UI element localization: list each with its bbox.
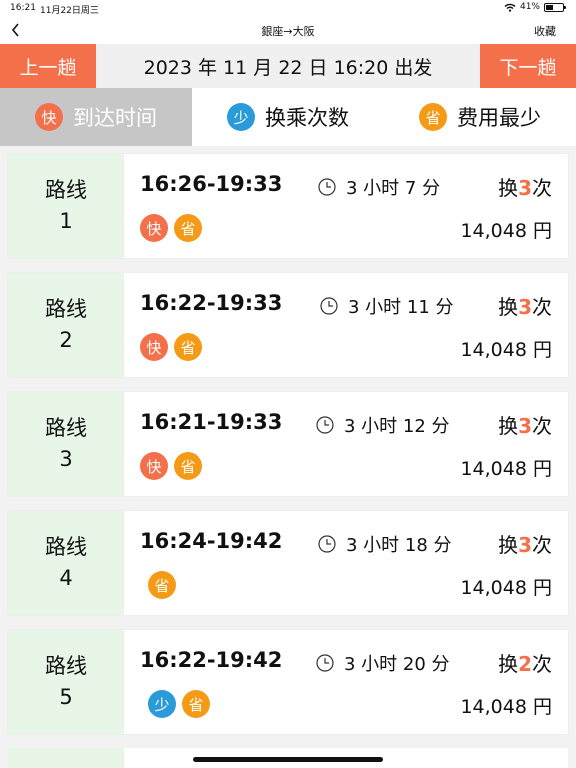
battery-icon — [544, 2, 566, 12]
tab-label: 费用最少 — [457, 106, 541, 130]
route-tags: 快 省 — [140, 333, 202, 361]
tab-transfer-count[interactable]: 少 换乘次数 — [192, 88, 384, 146]
route-price: 14,048 円 — [460, 220, 552, 242]
route-number: 2 — [59, 328, 73, 352]
status-time: 16:21 — [10, 3, 36, 13]
clock-icon — [318, 178, 336, 196]
route-price: 14,048 円 — [460, 458, 552, 480]
route-label: 路线 5 — [8, 630, 124, 734]
route-price: 14,048 円 — [460, 339, 552, 361]
route-number: 3 — [59, 447, 73, 471]
status-right: 41% — [504, 2, 566, 12]
route-times: 16:26-19:33 — [140, 172, 283, 196]
battery-percent: 41% — [519, 2, 540, 12]
duration-text: 3 小时 12 分 — [344, 416, 450, 437]
duration-text: 3 小时 11 分 — [348, 297, 454, 318]
route-transfers: 换2次 — [498, 652, 552, 676]
route-card[interactable]: 路线 1 16:26-19:33 3 小时 7 分 换3次 快 省 14,048… — [8, 154, 568, 258]
route-times: 16:22-19:42 — [140, 648, 283, 672]
nav-bar: 銀座→大阪 收藏 — [0, 16, 576, 44]
route-transfers: 换3次 — [498, 533, 552, 557]
duration-text: 3 小时 18 分 — [346, 535, 452, 556]
cheap-badge: 省 — [174, 333, 202, 361]
tab-label: 到达时间 — [73, 106, 157, 130]
fast-badge: 快 — [35, 103, 63, 131]
route-times: 16:24-19:42 — [140, 529, 283, 553]
route-transfers: 换3次 — [498, 414, 552, 438]
route-label: 路线 4 — [8, 511, 124, 615]
route-label — [8, 748, 124, 768]
route-label: 路线 2 — [8, 273, 124, 377]
clock-icon — [316, 654, 334, 672]
route-number: 5 — [59, 685, 73, 709]
route-tags: 少 省 — [148, 690, 210, 718]
status-date: 11月22日周三 — [40, 6, 99, 16]
route-tags: 快 省 — [140, 452, 202, 480]
route-number: 1 — [59, 209, 73, 233]
route-duration: 3 小时 7 分 — [318, 174, 440, 200]
route-duration: 3 小时 20 分 — [316, 650, 450, 676]
cheap-badge: 省 — [174, 214, 202, 242]
route-list[interactable]: 路线 1 16:26-19:33 3 小时 7 分 换3次 快 省 14,048… — [0, 146, 576, 768]
tab-arrival-time[interactable]: 快 到达时间 — [0, 88, 192, 146]
route-times: 16:22-19:33 — [140, 291, 283, 315]
clock-icon — [320, 297, 338, 315]
route-label-text: 路线 — [45, 535, 87, 559]
less-badge: 少 — [227, 103, 255, 131]
route-label: 路线 1 — [8, 154, 124, 258]
date-bar: 上一趟 2023 年 11 月 22 日 16:20 出发 下一趟 — [0, 44, 576, 88]
route-label-text: 路线 — [45, 416, 87, 440]
route-times: 16:21-19:33 — [140, 410, 283, 434]
tab-lowest-cost[interactable]: 省 费用最少 — [384, 88, 576, 146]
route-label: 路线 3 — [8, 392, 124, 496]
favorite-button[interactable]: 收藏 — [534, 23, 556, 39]
wifi-icon — [504, 3, 516, 12]
fast-badge: 快 — [140, 214, 168, 242]
route-label-text: 路线 — [45, 654, 87, 678]
route-price: 14,048 円 — [460, 696, 552, 718]
page-title: 銀座→大阪 — [261, 25, 315, 38]
route-number: 4 — [59, 566, 73, 590]
next-trip-button[interactable]: 下一趟 — [480, 44, 576, 88]
home-indicator — [193, 757, 383, 762]
route-card[interactable]: 路线 4 16:24-19:42 3 小时 18 分 换3次 省 14,048 … — [8, 511, 568, 615]
route-label-text: 路线 — [45, 297, 87, 321]
cheap-badge: 省 — [419, 103, 447, 131]
route-transfers: 换3次 — [498, 295, 552, 319]
route-card[interactable]: 路线 3 16:21-19:33 3 小时 12 分 换3次 快 省 14,04… — [8, 392, 568, 496]
route-price: 14,048 円 — [460, 577, 552, 599]
duration-text: 3 小时 7 分 — [346, 178, 441, 199]
cheap-badge: 省 — [174, 452, 202, 480]
route-duration: 3 小时 18 分 — [318, 531, 452, 557]
route-label-text: 路线 — [45, 178, 87, 202]
route-card[interactable]: 路线 2 16:22-19:33 3 小时 11 分 换3次 快 省 14,04… — [8, 273, 568, 377]
route-transfers: 换3次 — [498, 176, 552, 200]
fast-badge: 快 — [140, 333, 168, 361]
route-tags: 省 — [148, 571, 176, 599]
sort-tabs: 快 到达时间 少 换乘次数 省 费用最少 — [0, 88, 576, 146]
duration-text: 3 小时 20 分 — [344, 654, 450, 675]
clock-icon — [318, 535, 336, 553]
clock-icon — [316, 416, 334, 434]
fast-badge: 快 — [140, 452, 168, 480]
previous-trip-button[interactable]: 上一趟 — [0, 44, 96, 88]
route-tags: 快 省 — [140, 214, 202, 242]
status-bar: 16:21 11月22日周三 41% — [0, 0, 576, 16]
cheap-badge: 省 — [182, 690, 210, 718]
route-card[interactable]: 路线 5 16:22-19:42 3 小时 20 分 换2次 少 省 14,04… — [8, 630, 568, 734]
route-duration: 3 小时 11 分 — [320, 293, 454, 319]
tab-label: 换乘次数 — [265, 106, 349, 130]
less-badge: 少 — [148, 690, 176, 718]
route-duration: 3 小时 12 分 — [316, 412, 450, 438]
cheap-badge: 省 — [148, 571, 176, 599]
departure-date[interactable]: 2023 年 11 月 22 日 16:20 出发 — [96, 44, 480, 88]
